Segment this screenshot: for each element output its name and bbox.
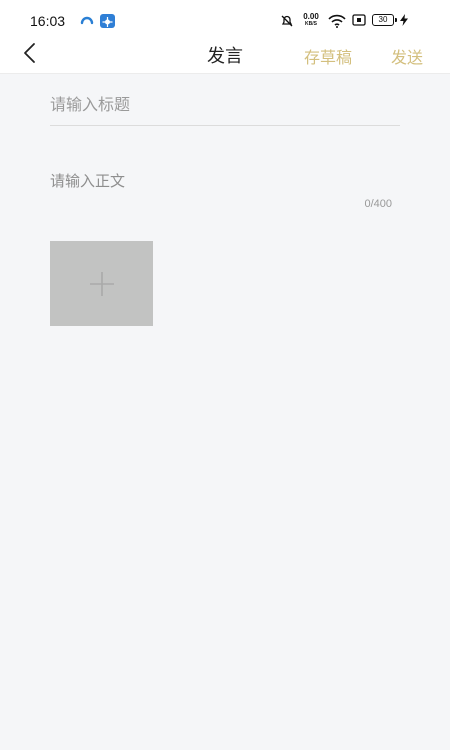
sim-card-icon — [352, 14, 366, 26]
app-notification-icon-2 — [100, 14, 115, 28]
charging-bolt-icon — [400, 14, 408, 26]
send-button[interactable]: 发送 — [391, 44, 423, 68]
body-input[interactable] — [50, 170, 400, 198]
back-button[interactable] — [14, 40, 46, 68]
battery-indicator: 30 — [372, 14, 397, 26]
app-notification-icon — [80, 16, 94, 25]
back-arrow-icon — [24, 43, 35, 63]
title-field — [50, 84, 400, 126]
network-speed-value: 0.00 — [303, 12, 319, 21]
network-speed-unit: KB/S — [305, 21, 317, 27]
save-draft-button[interactable]: 存草稿 — [304, 44, 352, 68]
status-time: 16:03 — [30, 13, 66, 29]
nav-bar: 发言 存草稿 发送 — [0, 40, 450, 74]
mute-bell-icon — [281, 15, 293, 27]
status-bar: 16:03 0.00 KB/S 30 — [0, 0, 450, 40]
title-input[interactable] — [50, 84, 400, 124]
network-speed: 0.00 KB/S — [299, 12, 323, 28]
add-image-button[interactable] — [50, 241, 153, 326]
wifi-icon — [328, 14, 346, 28]
character-count: 0/400 — [364, 198, 392, 210]
plus-icon — [90, 272, 114, 296]
page-title: 发言 — [207, 46, 243, 67]
